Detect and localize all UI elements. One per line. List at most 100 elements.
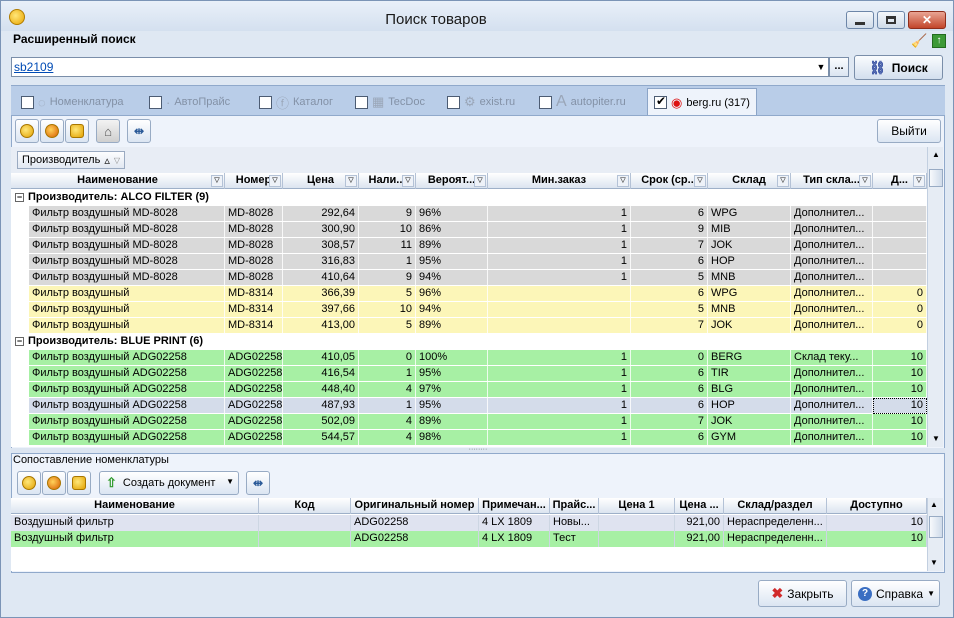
close-window-button[interactable]: ✕ bbox=[908, 11, 946, 29]
table-row[interactable]: Фильтр воздушный MD-8028 MD-8028 410,64 9 94… bbox=[11, 270, 927, 286]
upload-icon[interactable]: ↑ bbox=[932, 34, 946, 48]
results-scrollbar[interactable]: ▲ ▼ bbox=[927, 147, 943, 447]
coin-list-button-2[interactable] bbox=[67, 471, 91, 495]
column-filter-icon[interactable]: ▽ bbox=[211, 175, 223, 187]
tab-catalog[interactable]: ⓕ Каталог bbox=[259, 90, 333, 114]
maximize-button[interactable] bbox=[877, 11, 905, 29]
checkbox[interactable] bbox=[447, 95, 460, 109]
chevron-down-icon[interactable]: ▼ bbox=[927, 589, 935, 598]
scroll-up-icon[interactable]: ▲ bbox=[930, 500, 938, 509]
checkbox[interactable] bbox=[21, 95, 34, 109]
checkbox[interactable] bbox=[355, 95, 368, 109]
table-cell: 921,00 bbox=[675, 515, 724, 531]
table-row[interactable]: Фильтр воздушный MD-8314 397,66 10 94% 5 MNB До… bbox=[11, 302, 927, 318]
fit-columns-button-2[interactable]: ⇹ bbox=[246, 471, 270, 495]
group-row[interactable]: − Производитель: ALCO FILTER (9) bbox=[11, 190, 927, 206]
checkbox[interactable] bbox=[539, 95, 552, 109]
column-header[interactable]: Доступно bbox=[827, 498, 927, 514]
table-row[interactable]: Фильтр воздушный MD-8028 MD-8028 316,83 1 95… bbox=[11, 254, 927, 270]
column-header[interactable]: Тип скла... ▽ bbox=[791, 173, 873, 189]
table-cell: 10 bbox=[873, 382, 927, 398]
table-row[interactable]: Воздушный фильтр ADG02258 4 LX 1809 Новы...… bbox=[11, 515, 927, 531]
table-cell: 308,57 bbox=[283, 238, 359, 254]
scroll-down-icon[interactable]: ▼ bbox=[930, 433, 942, 445]
table-row[interactable]: Фильтр воздушный ADG02258 ADG02258 410,05 0… bbox=[11, 350, 927, 366]
scroll-up-icon[interactable]: ▲ bbox=[930, 149, 942, 161]
column-filter-icon[interactable]: ▽ bbox=[269, 175, 281, 187]
exit-button[interactable]: Выйти bbox=[877, 119, 941, 143]
chevron-down-icon[interactable]: ▼ bbox=[226, 477, 234, 486]
collapse-icon[interactable]: − bbox=[15, 337, 24, 346]
column-header[interactable]: Склад/раздел bbox=[724, 498, 827, 514]
coin-edit-button[interactable] bbox=[40, 119, 64, 143]
column-filter-icon[interactable]: ▽ bbox=[777, 175, 789, 187]
fit-columns-button[interactable]: ⇹ bbox=[127, 119, 151, 143]
table-row[interactable]: Фильтр воздушный ADG02258 ADG02258 448,40 4… bbox=[11, 382, 927, 398]
table-row[interactable]: Фильтр воздушный ADG02258 ADG02258 502,09 4… bbox=[11, 414, 927, 430]
ellipsis-button[interactable]: ... bbox=[829, 57, 849, 77]
checkbox[interactable] bbox=[654, 94, 667, 109]
scroll-thumb[interactable] bbox=[929, 516, 943, 538]
tab-autoprice[interactable]: · АвтоПрайс bbox=[149, 90, 230, 114]
coin-button-2[interactable] bbox=[17, 471, 41, 495]
column-header[interactable]: Мин.заказ ▽ bbox=[488, 173, 631, 189]
table-row[interactable]: Фильтр воздушный ADG02258 ADG02258 544,57 4… bbox=[11, 430, 927, 446]
table-row[interactable]: Воздушный фильтр ADG02258 4 LX 1809 Тест 921… bbox=[11, 531, 927, 547]
column-header[interactable]: Срок (ср... ▽ bbox=[631, 173, 708, 189]
matching-scrollbar[interactable]: ▲ ▼ bbox=[927, 498, 943, 571]
scroll-thumb[interactable] bbox=[929, 169, 943, 187]
checkbox[interactable] bbox=[149, 95, 162, 109]
column-filter-icon[interactable]: ▽ bbox=[474, 175, 486, 187]
column-header[interactable]: Цена ... bbox=[675, 498, 724, 514]
create-document-button[interactable]: ⇧ Создать документ ▼ bbox=[99, 471, 239, 495]
column-header[interactable]: Примечан... bbox=[479, 498, 550, 514]
help-button[interactable]: ? Справка ▼ bbox=[851, 580, 940, 607]
group-chip-manufacturer[interactable]: Производитель ▵ ▽ bbox=[17, 151, 125, 169]
column-filter-icon[interactable]: ▽ bbox=[617, 175, 629, 187]
column-filter-icon[interactable]: ▽ bbox=[694, 175, 706, 187]
chevron-down-icon[interactable]: ▼ bbox=[814, 60, 828, 74]
column-filter-icon[interactable]: ▽ bbox=[859, 175, 871, 187]
coin-edit-button-2[interactable] bbox=[42, 471, 66, 495]
close-button[interactable]: ✖ Закрыть bbox=[758, 580, 847, 607]
column-header[interactable]: Оригинальный номер bbox=[351, 498, 479, 514]
table-row[interactable]: Фильтр воздушный ADG02258 ADG02258 487,93 1… bbox=[11, 398, 927, 414]
collapse-icon[interactable]: − bbox=[15, 193, 24, 202]
tab-exist[interactable]: ⚙ exist.ru bbox=[447, 90, 515, 114]
coin-button[interactable] bbox=[15, 119, 39, 143]
column-filter-icon[interactable]: ▽ bbox=[345, 175, 357, 187]
search-input[interactable]: sb2109 bbox=[11, 57, 829, 77]
tab-autopiter[interactable]: A autopiter.ru bbox=[539, 90, 626, 114]
column-header[interactable]: Цена ▽ bbox=[283, 173, 359, 189]
table-row[interactable]: Фильтр воздушный MD-8314 413,00 5 89% 7 JOK Доп… bbox=[11, 318, 927, 334]
table-cell: MD-8028 bbox=[225, 270, 283, 286]
column-header[interactable]: Номер ▽ bbox=[225, 173, 283, 189]
table-row[interactable]: Фильтр воздушный MD-8028 MD-8028 292,64 9 96… bbox=[11, 206, 927, 222]
table-row[interactable]: Фильтр воздушный ADG02258 ADG02258 416,54 1… bbox=[11, 366, 927, 382]
scroll-down-icon[interactable]: ▼ bbox=[930, 558, 938, 567]
search-button[interactable]: ⛓ Поиск bbox=[854, 55, 943, 80]
checkbox[interactable] bbox=[259, 95, 272, 109]
column-header[interactable]: Наименование ▽ bbox=[11, 173, 225, 189]
column-header[interactable]: Прайс... bbox=[550, 498, 599, 514]
table-row[interactable]: Фильтр воздушный MD-8028 MD-8028 308,57 11 8… bbox=[11, 238, 927, 254]
coin-list-button[interactable] bbox=[65, 119, 89, 143]
table-row[interactable]: Фильтр воздушный MD-8314 366,39 5 96% 6 WPG Доп… bbox=[11, 286, 927, 302]
column-header[interactable]: Наименование bbox=[11, 498, 259, 514]
column-header[interactable]: Код bbox=[259, 498, 351, 514]
table-row[interactable]: Фильтр воздушный MD-8028 MD-8028 300,90 10 8… bbox=[11, 222, 927, 238]
group-row[interactable]: − Производитель: BLUE PRINT (6) bbox=[11, 334, 927, 350]
column-header[interactable]: Вероят... ▽ bbox=[416, 173, 488, 189]
column-header[interactable]: Нали... ▽ bbox=[359, 173, 416, 189]
column-filter-icon[interactable]: ▽ bbox=[913, 175, 925, 187]
column-header[interactable]: Цена 1 bbox=[599, 498, 675, 514]
minimize-button[interactable] bbox=[846, 11, 874, 29]
broom-icon[interactable]: 🧹 bbox=[911, 34, 927, 48]
column-header[interactable]: Д... ▽ bbox=[873, 173, 927, 189]
tab-berg[interactable]: ◉ berg.ru (317) bbox=[647, 88, 757, 116]
column-filter-icon[interactable]: ▽ bbox=[402, 175, 414, 187]
open-folder-button[interactable]: ⌂ bbox=[96, 119, 120, 143]
tab-nomenclature[interactable]: ◌ Номенклатура bbox=[21, 90, 124, 114]
column-header[interactable]: Склад ▽ bbox=[708, 173, 791, 189]
tab-tecdoc[interactable]: ▦ TecDoc bbox=[355, 90, 425, 114]
